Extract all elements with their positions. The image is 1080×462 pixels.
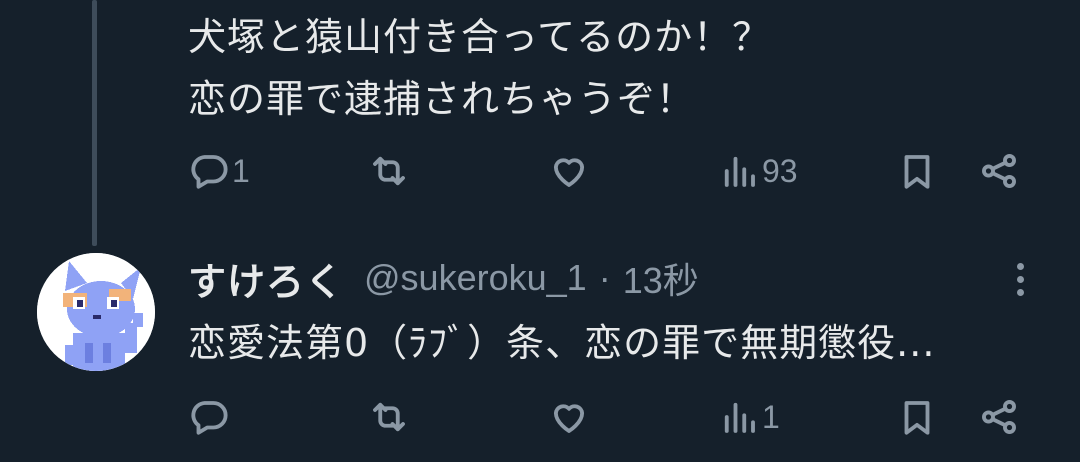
share-icon [982, 154, 1016, 188]
like-button[interactable] [548, 392, 592, 442]
share-icon [982, 400, 1016, 434]
tweet-text-line-2: 恋の罪で逮捕されちゃうぞ！ [188, 77, 696, 121]
like-icon [553, 158, 585, 187]
tweet-header: すけろく @sukeroku_1 · 13秒 [188, 250, 699, 306]
tweet-actions-bar: 1 [0, 392, 1080, 442]
reply-icon [191, 401, 228, 435]
reply-button[interactable]: 1 [188, 146, 250, 196]
tweet-actions-bar: 1 93 [0, 146, 1080, 196]
retweet-button[interactable] [368, 146, 412, 196]
timestamp[interactable]: 13秒 [623, 252, 699, 304]
reply-count: 1 [232, 152, 250, 189]
more-icon [1006, 263, 1034, 296]
retweet-button[interactable] [368, 392, 412, 442]
reply-button[interactable] [188, 392, 232, 442]
avatar[interactable] [37, 253, 155, 371]
views-icon [724, 402, 755, 433]
more-options-button[interactable] [1006, 258, 1034, 302]
tweet-text: 恋愛法第0（ﾗﾌﾞ）条、恋の罪で無期懲役... [188, 321, 936, 365]
retweet-icon [373, 156, 405, 186]
views-icon [724, 156, 755, 187]
bookmark-button[interactable] [896, 392, 938, 442]
tweet-text-line-1: 犬塚と猿山付き合ってるのか！？ [188, 15, 772, 59]
share-button[interactable] [978, 392, 1020, 442]
bookmark-icon [904, 155, 930, 189]
thread-connector-line [92, 0, 97, 246]
meta-separator: · [598, 257, 611, 298]
views-count: 1 [762, 398, 780, 435]
like-button[interactable] [548, 146, 592, 196]
display-name[interactable]: すけろく [188, 251, 344, 306]
retweet-icon [373, 402, 405, 432]
views-button[interactable]: 1 [718, 392, 780, 442]
user-handle[interactable]: @sukeroku_1 [364, 257, 587, 299]
reply-icon [191, 155, 228, 189]
cat-avatar-image [37, 253, 155, 371]
like-icon [553, 404, 585, 433]
share-button[interactable] [978, 146, 1020, 196]
bookmark-icon [904, 401, 930, 435]
views-count: 93 [762, 152, 798, 189]
views-button[interactable]: 93 [718, 146, 798, 196]
bookmark-button[interactable] [896, 146, 938, 196]
